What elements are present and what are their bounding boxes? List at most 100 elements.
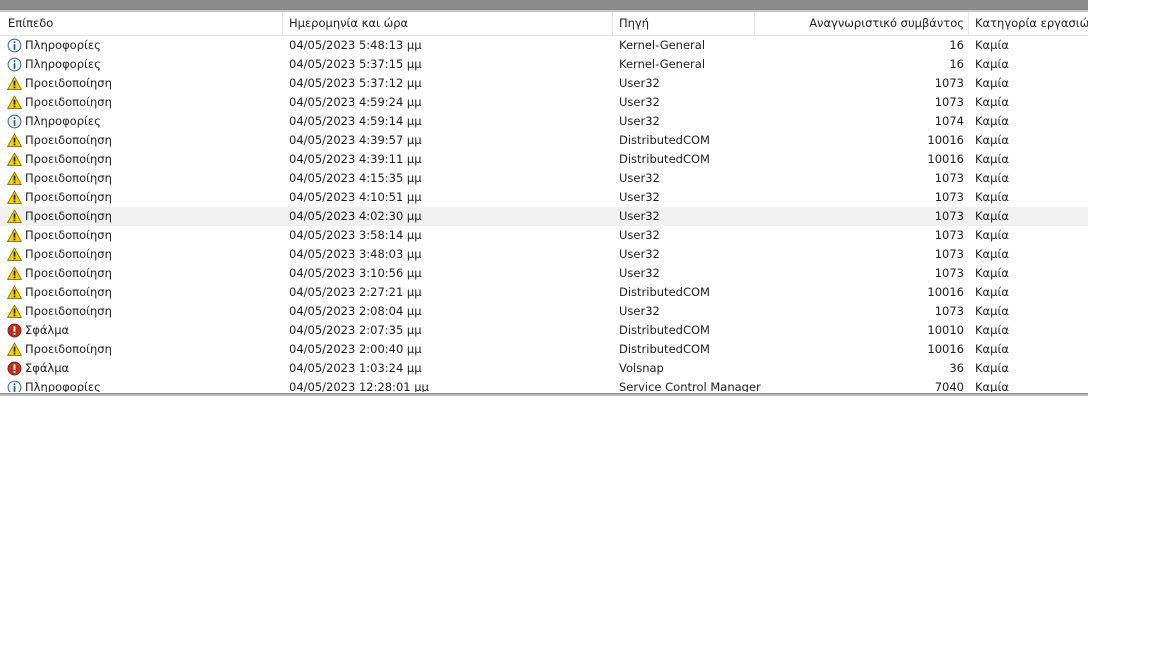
event-category: Καμία — [975, 380, 1009, 392]
events-table-header: Επίπεδο Ημερομηνία και ώρα Πηγή Αναγνωρι… — [0, 12, 1088, 36]
event-category: Καμία — [975, 171, 1009, 185]
event-id: 10016 — [927, 342, 964, 356]
info-icon — [7, 380, 22, 392]
event-level: Πληροφορίες — [25, 57, 101, 71]
event-row[interactable]: Πληροφορίες 04/05/2023 5:48:13 μμ Kernel-G… — [0, 36, 1088, 55]
event-category: Καμία — [975, 304, 1009, 318]
column-resize-handle[interactable] — [282, 12, 283, 35]
event-row[interactable]: Προειδοποίηση 04/05/2023 4:02:30 μμ User32… — [0, 207, 1088, 226]
event-level: Σφάλμα — [25, 361, 70, 375]
event-row[interactable]: Σφάλμα 04/05/2023 1:03:24 μμ Volsnap 36 Καμί… — [0, 359, 1088, 378]
event-category: Καμία — [975, 114, 1009, 128]
event-date: 04/05/2023 12:28:01 μμ — [289, 380, 429, 392]
event-level: Πληροφορίες — [25, 114, 101, 128]
warning-icon — [7, 247, 22, 261]
event-row[interactable]: Προειδοποίηση 04/05/2023 4:15:35 μμ User32… — [0, 169, 1088, 188]
event-date: 04/05/2023 3:10:56 μμ — [289, 266, 422, 280]
event-level: Προειδοποίηση — [25, 266, 112, 280]
column-header-category[interactable]: Κατηγορία εργασιών — [975, 12, 1088, 35]
event-date: 04/05/2023 4:15:35 μμ — [289, 171, 422, 185]
event-category: Καμία — [975, 361, 1009, 375]
event-id: 1073 — [934, 76, 964, 90]
warning-icon — [7, 95, 22, 109]
event-row[interactable]: Πληροφορίες 04/05/2023 5:37:15 μμ Kernel-G… — [0, 55, 1088, 74]
event-level: Προειδοποίηση — [25, 342, 112, 356]
column-resize-handle[interactable] — [968, 12, 969, 35]
event-level: Πληροφορίες — [25, 38, 101, 52]
event-date: 04/05/2023 1:03:24 μμ — [289, 361, 422, 375]
warning-icon — [7, 190, 22, 204]
column-header-date[interactable]: Ημερομηνία και ώρα — [289, 12, 609, 35]
event-category: Καμία — [975, 228, 1009, 242]
event-level: Προειδοποίηση — [25, 133, 112, 147]
event-id: 1074 — [934, 114, 964, 128]
event-date: 04/05/2023 2:00:40 μμ — [289, 342, 422, 356]
event-category: Καμία — [975, 76, 1009, 90]
event-id: 1073 — [934, 228, 964, 242]
event-row[interactable]: Προειδοποίηση 04/05/2023 2:27:21 μμ Distri… — [0, 283, 1088, 302]
warning-icon — [7, 228, 22, 242]
event-date: 04/05/2023 5:48:13 μμ — [289, 38, 422, 52]
column-resize-handle[interactable] — [612, 12, 613, 35]
event-date: 04/05/2023 4:39:57 μμ — [289, 133, 422, 147]
event-row[interactable]: Προειδοποίηση 04/05/2023 4:39:11 μμ Distri… — [0, 150, 1088, 169]
event-id: 10016 — [927, 133, 964, 147]
column-header-event-id[interactable]: Αναγνωριστικό συμβάντος — [760, 12, 964, 35]
event-category: Καμία — [975, 133, 1009, 147]
error-icon — [7, 361, 22, 376]
event-date: 04/05/2023 3:58:14 μμ — [289, 228, 422, 242]
warning-icon — [7, 171, 22, 185]
event-id: 1073 — [934, 190, 964, 204]
event-row[interactable]: Προειδοποίηση 04/05/2023 2:00:40 μμ Distri… — [0, 340, 1088, 359]
column-header-source[interactable]: Πηγή — [619, 12, 751, 35]
event-id: 16 — [949, 38, 964, 52]
event-row[interactable]: Προειδοποίηση 04/05/2023 4:39:57 μμ Distri… — [0, 131, 1088, 150]
event-level: Προειδοποίηση — [25, 95, 112, 109]
event-id: 10010 — [927, 323, 964, 337]
event-level: Προειδοποίηση — [25, 304, 112, 318]
event-category: Καμία — [975, 323, 1009, 337]
event-id: 10016 — [927, 152, 964, 166]
event-id: 1073 — [934, 95, 964, 109]
event-level: Σφάλμα — [25, 323, 70, 337]
event-date: 04/05/2023 5:37:15 μμ — [289, 57, 422, 71]
event-id: 1073 — [934, 266, 964, 280]
event-row[interactable]: Πληροφορίες 04/05/2023 4:59:14 μμ User32 10… — [0, 112, 1088, 131]
event-date: 04/05/2023 3:48:03 μμ — [289, 247, 422, 261]
warning-icon — [7, 152, 22, 166]
event-row[interactable]: Σφάλμα 04/05/2023 2:07:35 μμ DistributedCO… — [0, 321, 1088, 340]
column-resize-handle[interactable] — [754, 12, 755, 35]
warning-icon — [7, 285, 22, 299]
event-category: Καμία — [975, 266, 1009, 280]
event-level: Πληροφορίες — [25, 380, 101, 392]
event-row[interactable]: Προειδοποίηση 04/05/2023 3:48:03 μμ User32… — [0, 245, 1088, 264]
event-category: Καμία — [975, 95, 1009, 109]
column-header-level[interactable]: Επίπεδο — [8, 12, 278, 35]
events-table-body: Πληροφορίες 04/05/2023 5:48:13 μμ Kernel-G… — [0, 36, 1088, 392]
event-row[interactable]: Προειδοποίηση 04/05/2023 5:37:12 μμ User32… — [0, 74, 1088, 93]
info-icon — [7, 57, 22, 72]
event-level: Προειδοποίηση — [25, 76, 112, 90]
event-level: Προειδοποίηση — [25, 285, 112, 299]
table-bottom-border — [0, 393, 1088, 396]
event-row[interactable]: Προειδοποίηση 04/05/2023 4:59:24 μμ User32… — [0, 93, 1088, 112]
info-icon — [7, 38, 22, 53]
event-row[interactable]: Προειδοποίηση 04/05/2023 3:58:14 μμ User32… — [0, 226, 1088, 245]
warning-icon — [7, 76, 22, 90]
event-category: Καμία — [975, 342, 1009, 356]
event-row[interactable]: Προειδοποίηση 04/05/2023 4:10:51 μμ User32… — [0, 188, 1088, 207]
event-date: 04/05/2023 4:02:30 μμ — [289, 209, 422, 223]
event-row[interactable]: Προειδοποίηση 04/05/2023 3:10:56 μμ User32… — [0, 264, 1088, 283]
event-id: 1073 — [934, 171, 964, 185]
event-row[interactable]: Προειδοποίηση 04/05/2023 2:08:04 μμ User32… — [0, 302, 1088, 321]
event-id: 7040 — [934, 380, 964, 392]
event-id: 10016 — [927, 285, 964, 299]
event-id: 36 — [949, 361, 964, 375]
event-level: Προειδοποίηση — [25, 171, 112, 185]
event-date: 04/05/2023 2:07:35 μμ — [289, 323, 422, 337]
warning-icon — [7, 304, 22, 318]
event-level: Προειδοποίηση — [25, 190, 112, 204]
event-date: 04/05/2023 4:10:51 μμ — [289, 190, 422, 204]
event-row[interactable]: Πληροφορίες 04/05/2023 12:28:01 μμ Service… — [0, 378, 1088, 392]
event-level: Προειδοποίηση — [25, 247, 112, 261]
